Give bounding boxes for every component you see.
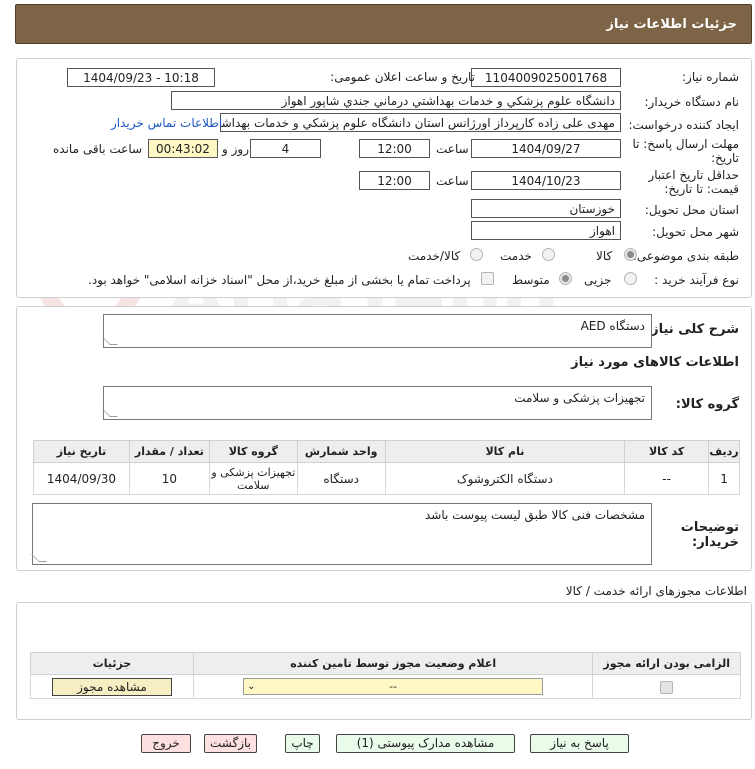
print-button[interactable]: چاپ	[285, 734, 320, 753]
buyer-notes-label: توضیحات	[680, 520, 739, 535]
required-checkbox	[660, 680, 674, 694]
announce-field: 1404/09/23 - 10:18	[67, 68, 215, 87]
cell-group: تجهیزات پزشکی و سلامت	[208, 462, 298, 495]
permit-status-value: --	[389, 680, 398, 693]
col-row-header: ردیف	[708, 440, 740, 463]
description-label: شرح کلی نیاز:	[645, 322, 739, 337]
validity-date-field: 1404/10/23	[471, 171, 621, 190]
province-field: خوزستان	[471, 199, 621, 218]
goods-table: ردیف کد کالا نام کالا واحد شمارش گروه کا…	[33, 440, 740, 495]
province-label: استان محل تحویل:	[644, 203, 739, 217]
buyer-notes-value: مشخصات فنی کالا طبق لیست پیوست باشد	[425, 508, 645, 522]
reply-button[interactable]: پاسخ به نیاز	[530, 734, 629, 753]
city-label: شهر محل تحویل:	[652, 225, 739, 239]
col-group-header: گروه کالا	[208, 440, 298, 463]
process-label: نوع فرآیند خرید :	[654, 273, 739, 287]
buyer-org-label: نام دستگاه خریدار:	[644, 95, 740, 109]
description-value: دستگاه AED	[580, 319, 645, 333]
permit-status-select[interactable]: -- ⌄	[243, 678, 544, 695]
goods-group-label: گروه کالا:	[675, 397, 739, 412]
cell-qty: 10	[128, 462, 210, 495]
send-time-field: 12:00	[359, 139, 430, 158]
col-name-header: نام کالا	[384, 440, 626, 463]
buyer-org-field: دانشگاه علوم پزشکي و خدمات بهداشتي درمان…	[171, 91, 621, 110]
permits-table: الزامی بودن ارائه مجوز اعلام وضعیت مجوز …	[30, 652, 741, 699]
category-radio-service[interactable]	[542, 248, 555, 261]
cell-unit: دستگاه	[296, 462, 386, 495]
status-cell: -- ⌄	[192, 674, 594, 699]
table-row: -- ⌄ مشاهده مجوز	[30, 674, 741, 699]
days-field: 4	[250, 139, 321, 158]
details-cell: مشاهده مجوز	[30, 674, 194, 699]
page-header: جزئیات اطلاعات نیاز	[15, 4, 752, 44]
category-option-goods: کالا	[596, 249, 613, 263]
need-number-field: 1104009025001768	[471, 68, 621, 87]
col-code-header: کد کالا	[624, 440, 710, 463]
category-radio-both[interactable]	[470, 248, 483, 261]
resize-handle[interactable]	[102, 409, 118, 417]
announce-label: تاریخ و ساعت اعلان عمومی:	[330, 70, 475, 84]
remaining-time-field: 00:43:02	[148, 139, 218, 158]
send-date-field: 1404/09/27	[471, 139, 621, 158]
creator-label: ایجاد کننده درخواست:	[628, 118, 739, 132]
view-permit-button[interactable]: مشاهده مجوز	[51, 677, 172, 696]
treasury-checkbox[interactable]	[481, 272, 494, 285]
process-option-minor: جزیی	[584, 273, 612, 287]
validity-time-field: 12:00	[359, 171, 430, 190]
description-textarea: دستگاه AED	[102, 314, 652, 348]
creator-field: مهدی علی زاده کارپرداز اورژانس استان دان…	[220, 113, 621, 132]
need-number-label: شماره نیاز:	[682, 70, 739, 84]
category-option-service: خدمت	[500, 249, 532, 263]
chevron-down-icon: ⌄	[247, 681, 256, 692]
city-field: اهواز	[471, 221, 621, 240]
send-deadline-label-2: تاریخ:	[711, 151, 739, 165]
goods-group-value: تجهیزات پزشکی و سلامت	[514, 391, 645, 405]
send-deadline-label: مهلت ارسال پاسخ: تا	[632, 137, 739, 151]
resize-handle[interactable]	[102, 337, 118, 345]
category-label: طبقه بندی موضوعی:	[632, 249, 739, 263]
attachments-button[interactable]: مشاهده مدارک پیوستی (1)	[336, 734, 515, 753]
payment-note: پرداخت تمام یا بخشی از مبلغ خرید،از محل …	[88, 273, 471, 287]
cell-row: 1	[708, 462, 740, 495]
validity-time-label: ساعت	[436, 174, 469, 188]
remaining-label: ساعت باقی مانده	[53, 142, 143, 156]
cell-code: --	[624, 462, 710, 495]
col-qty-header: تعداد / مقدار	[128, 440, 210, 463]
col-date-header: تاریخ نیاز	[33, 440, 130, 463]
permits-title: اطلاعات مجوزهای ارائه خدمت / کالا	[565, 584, 747, 598]
permits-table-header: الزامی بودن ارائه مجوز اعلام وضعیت مجوز …	[30, 652, 741, 675]
col-required-header: الزامی بودن ارائه مجوز	[592, 652, 741, 675]
process-option-medium: متوسط	[512, 273, 550, 287]
process-radio-medium[interactable]	[559, 272, 572, 285]
table-row: 1 -- دستگاه الکتروشوک دستگاه تجهیزات پزش…	[33, 462, 740, 495]
cell-date: 1404/09/30	[33, 462, 130, 495]
process-radio-minor[interactable]	[624, 272, 637, 285]
buyer-contact-link[interactable]: اطلاعات تماس خریدار	[111, 116, 222, 130]
validity-label-2: قیمت: تا تاریخ:	[664, 182, 739, 196]
cell-name: دستگاه الکتروشوک	[384, 462, 626, 495]
send-time-label: ساعت	[436, 142, 469, 156]
buyer-notes-textarea: مشخصات فنی کالا طبق لیست پیوست باشد	[31, 503, 652, 565]
category-radio-goods[interactable]	[624, 248, 637, 261]
resize-handle[interactable]	[31, 554, 47, 562]
goods-table-header: ردیف کد کالا نام کالا واحد شمارش گروه کا…	[33, 440, 740, 463]
exit-button[interactable]: خروج	[141, 734, 191, 753]
back-button[interactable]: بازگشت	[204, 734, 257, 753]
col-status-header: اعلام وضعیت مجوز توسط تامین کننده	[192, 652, 594, 675]
required-cell	[592, 674, 741, 699]
page-title: جزئیات اطلاعات نیاز	[606, 17, 737, 32]
col-unit-header: واحد شمارش	[296, 440, 386, 463]
col-details-header: جزئیات	[30, 652, 194, 675]
goods-section-title: اطلاعات کالاهای مورد نیاز	[571, 355, 739, 370]
goods-group-textarea: تجهیزات پزشکی و سلامت	[102, 386, 652, 420]
category-option-both: کالا/خدمت	[408, 249, 461, 263]
validity-label: حداقل تاریخ اعتبار	[648, 168, 739, 182]
buyer-notes-label-2: خریدار:	[692, 535, 739, 550]
days-label: روز و	[222, 142, 249, 156]
